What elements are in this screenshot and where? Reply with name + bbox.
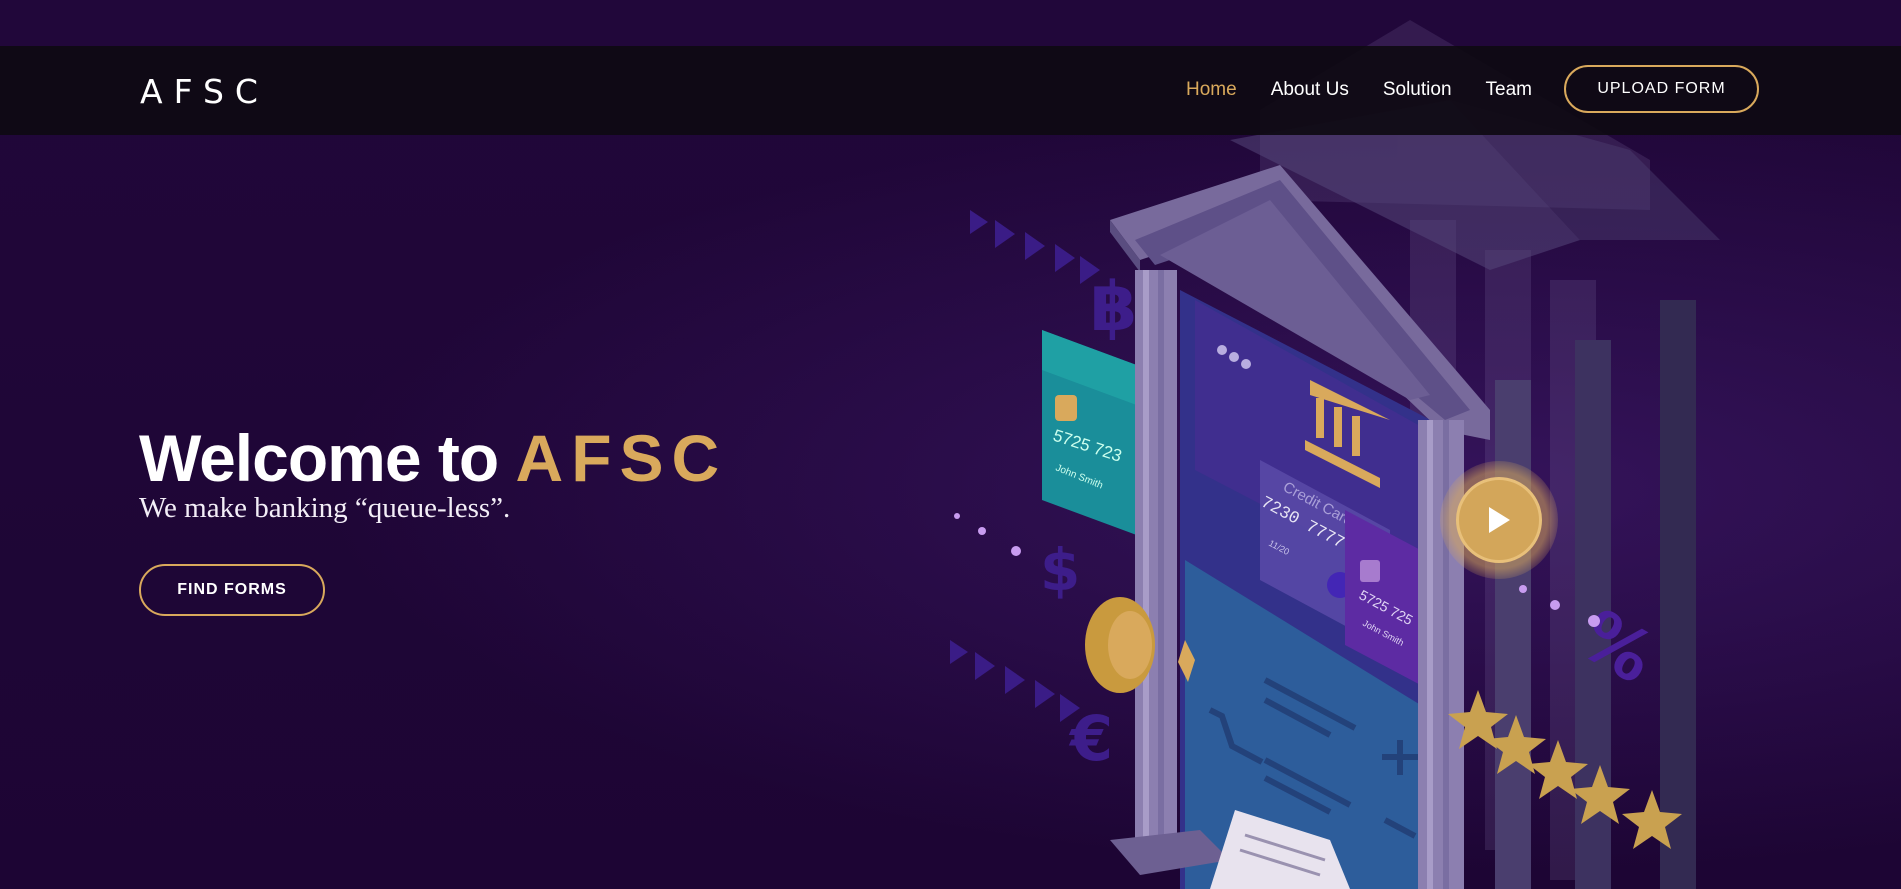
hero-title: Welcome to AFSC bbox=[139, 420, 727, 496]
credit-card-left: 5725 723 John Smith bbox=[1042, 330, 1150, 540]
dollar-icon: $ bbox=[1040, 536, 1080, 604]
nav-home-link[interactable]: Home bbox=[1186, 79, 1237, 101]
nav-team-link[interactable]: Team bbox=[1486, 79, 1532, 101]
find-forms-button[interactable]: FIND FORMS bbox=[139, 564, 325, 616]
play-button-inner[interactable] bbox=[1456, 477, 1542, 563]
nav-about-us-link[interactable]: About Us bbox=[1271, 79, 1349, 101]
top-navbar: AFSC Home About Us Solution Team UPLOAD … bbox=[0, 46, 1901, 135]
nav-solution-link[interactable]: Solution bbox=[1383, 79, 1452, 101]
play-video-button[interactable] bbox=[1440, 461, 1558, 579]
site-logo[interactable]: AFSC bbox=[140, 72, 269, 111]
upload-form-button[interactable]: UPLOAD FORM bbox=[1564, 65, 1759, 113]
hero-title-brand: AFSC bbox=[515, 421, 728, 495]
bitcoin-icon: ฿ bbox=[1090, 268, 1137, 347]
nav-links: Home About Us Solution Team bbox=[1186, 79, 1566, 101]
euro-icon: € bbox=[1068, 702, 1113, 775]
play-icon bbox=[1489, 507, 1510, 533]
hero-subtitle: We make banking “queue-less”. bbox=[139, 492, 511, 524]
hero-title-prefix: Welcome to bbox=[139, 421, 516, 495]
